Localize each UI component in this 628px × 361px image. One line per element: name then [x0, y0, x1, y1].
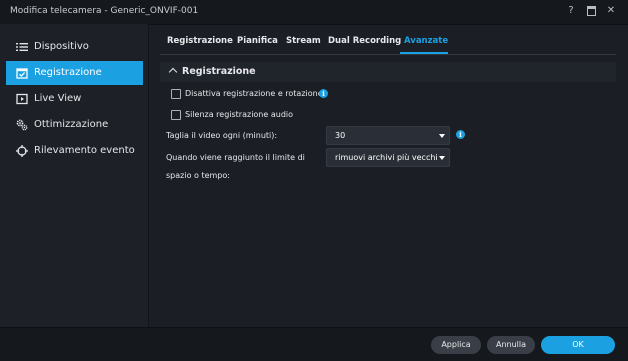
- disable-recording-checkbox[interactable]: [171, 89, 181, 99]
- mute-audio-checkbox[interactable]: [171, 110, 181, 120]
- close-button[interactable]: ✕: [604, 5, 618, 16]
- cancel-button[interactable]: Annulla: [487, 336, 535, 354]
- sidebar-item-live-view[interactable]: Live View: [6, 87, 143, 111]
- limit-label-line1: Quando viene raggiunto il limite di: [166, 153, 305, 162]
- dialog-footer: Applica Annulla OK: [0, 327, 628, 361]
- disable-recording-label: Disattiva registrazione e rotazione: [185, 89, 323, 98]
- dropdown-arrow-icon: [439, 156, 445, 160]
- ok-button[interactable]: OK: [541, 336, 615, 354]
- tab-pianifica[interactable]: Pianifica: [237, 36, 278, 46]
- list-icon: [16, 43, 28, 51]
- limit-action-value: rimuovi archivi più vecchi: [335, 153, 438, 162]
- section-header-registrazione[interactable]: Registrazione: [160, 62, 616, 82]
- limit-label-line2: spazio o tempo:: [166, 171, 230, 180]
- tab-registrazione[interactable]: Registrazione: [167, 36, 233, 46]
- split-video-label: Taglia il video ogni (minuti):: [166, 131, 278, 140]
- sidebar: Dispositivo Registrazione Live View Otti…: [0, 24, 149, 327]
- sidebar-item-label: Rilevamento evento: [34, 145, 135, 156]
- tab-dual-recording[interactable]: Dual Recording: [328, 36, 401, 46]
- maximize-button[interactable]: [584, 5, 598, 19]
- gears-icon: [16, 119, 28, 131]
- tab-stream[interactable]: Stream: [286, 36, 321, 46]
- crosshair-icon: [16, 145, 28, 157]
- split-minutes-value: 30: [335, 131, 346, 140]
- play-square-icon: [16, 93, 28, 105]
- maximize-icon: [586, 6, 596, 16]
- help-button[interactable]: ?: [564, 5, 578, 16]
- sidebar-item-dispositivo[interactable]: Dispositivo: [6, 35, 143, 59]
- tab-bar: Registrazione Pianifica Stream Dual Reco…: [160, 24, 616, 55]
- sidebar-item-label: Registrazione: [34, 67, 102, 78]
- sidebar-item-rilevamento-evento[interactable]: Rilevamento evento: [6, 139, 143, 163]
- dropdown-arrow-icon: [439, 134, 445, 138]
- tab-avanzate[interactable]: Avanzate: [404, 36, 448, 46]
- sidebar-item-label: Live View: [34, 93, 82, 104]
- info-icon[interactable]: i: [456, 130, 465, 139]
- mute-audio-label: Silenza registrazione audio: [185, 110, 294, 119]
- section-title: Registrazione: [182, 66, 256, 77]
- apply-button[interactable]: Applica: [431, 336, 481, 354]
- info-icon[interactable]: i: [319, 89, 328, 98]
- edit-camera-dialog: Modifica telecamera - Generic_ONVIF-001 …: [0, 0, 628, 361]
- chevron-up-icon: [168, 67, 178, 77]
- calendar-check-icon: [16, 68, 28, 79]
- sidebar-item-label: Ottimizzazione: [34, 119, 109, 130]
- title-bar: Modifica telecamera - Generic_ONVIF-001 …: [0, 0, 628, 25]
- split-minutes-select[interactable]: 30: [326, 126, 450, 145]
- limit-action-select[interactable]: rimuovi archivi più vecchi: [326, 148, 450, 167]
- sidebar-item-label: Dispositivo: [34, 41, 89, 52]
- active-tab-indicator: [400, 52, 448, 54]
- sidebar-item-ottimizzazione[interactable]: Ottimizzazione: [6, 113, 143, 137]
- sidebar-item-registrazione[interactable]: Registrazione: [6, 61, 143, 85]
- window-title: Modifica telecamera - Generic_ONVIF-001: [10, 6, 199, 16]
